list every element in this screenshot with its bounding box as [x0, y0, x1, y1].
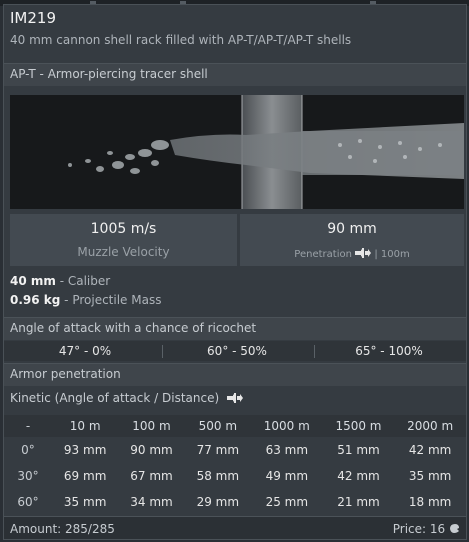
table-cell: 21 mm — [337, 495, 380, 509]
table-cell: 35 mm — [408, 469, 452, 483]
column-header: 1500 m — [335, 419, 382, 433]
caliber-value: 40 mm — [10, 274, 56, 288]
ammo-subtitle: 40 mm cannon shell rack filled with AP-T… — [10, 33, 352, 47]
column-header: 2000 m — [407, 419, 454, 433]
ricochet-item: 60° - 50% — [207, 344, 267, 358]
table-cell: 29 mm — [196, 495, 240, 509]
ammo-amount: Amount: 285/285 — [10, 522, 115, 536]
table-cell: 58 mm — [196, 469, 240, 483]
mass-row: 0.96 kg - Projectile Mass — [10, 293, 161, 307]
muzzle-velocity-box: 1005 m/s Muzzle Velocity — [10, 214, 237, 266]
ammo-title: IM219 — [10, 9, 56, 27]
caliber-row: 40 mm - Caliber — [10, 274, 110, 288]
table-cell: 35 mm — [63, 495, 107, 509]
table-cell: 51 mm — [337, 443, 380, 457]
armor-penetration-header: Armor penetration — [4, 363, 466, 386]
table-cell: 49 mm — [265, 469, 309, 483]
table-cell: 90 mm — [130, 443, 173, 457]
table-cell: 67 mm — [130, 469, 173, 483]
table-cell: 42 mm — [337, 469, 380, 483]
muzzle-velocity-value: 1005 m/s — [90, 221, 157, 237]
table-cell: 42 mm — [408, 443, 452, 457]
table-cell: 34 mm — [130, 495, 173, 509]
shell-type-label: AP-T - Armor-piercing tracer shell — [10, 67, 208, 81]
muzzle-velocity-label: Muzzle Velocity — [77, 245, 170, 259]
angle-cell: 0° — [21, 443, 35, 457]
table-row: 0° 93 mm 90 mm 77 mm 63 mm 51 mm 42 mm — [4, 437, 466, 463]
penetration-box: 90 mm Penetration | 100m — [240, 214, 464, 266]
shell-penetration-icon — [355, 248, 372, 258]
caliber-label: - Caliber — [55, 274, 111, 288]
shell-penetration-icon — [226, 393, 243, 403]
kinetic-caption: Kinetic (Angle of attack / Distance) — [10, 391, 243, 405]
table-cell: 63 mm — [265, 443, 309, 457]
spall-fragments — [68, 140, 169, 174]
penetration-visual — [10, 95, 464, 209]
kinetic-label: Kinetic (Angle of attack / Distance) — [10, 391, 220, 405]
ricochet-item: 47° - 0% — [58, 344, 112, 358]
armor-plate-illustration — [68, 95, 464, 209]
table-cell: 93 mm — [63, 443, 107, 457]
penetration-value: 90 mm — [327, 221, 377, 237]
column-header: - — [25, 419, 31, 433]
penetration-label: Penetration — [294, 249, 352, 260]
penetration-table: - 10 m 100 m 500 m 1000 m 1500 m 2000 m … — [4, 415, 466, 515]
table-row: 60° 35 mm 34 mm 29 mm 25 mm 21 mm 18 mm — [4, 489, 466, 515]
column-header: 10 m — [69, 419, 101, 433]
price-label: Price: 16 — [392, 522, 446, 536]
armor-penetration-title: Armor penetration — [10, 367, 121, 381]
ricochet-title: Angle of attack with a chance of ricoche… — [10, 321, 257, 335]
table-cell: 18 mm — [408, 495, 452, 509]
angle-cell: 60° — [17, 495, 39, 509]
ammo-price: Price: 16 — [393, 522, 460, 536]
table-header-row: - 10 m 100 m 500 m 1000 m 1500 m 2000 m — [4, 415, 466, 437]
column-header: 1000 m — [263, 419, 310, 433]
shell-type-header: AP-T - Armor-piercing tracer shell — [4, 63, 466, 86]
tooltip-footer: Amount: 285/285 Price: 16 — [4, 516, 466, 539]
column-header: 100 m — [132, 419, 171, 433]
silver-lion-icon — [450, 524, 459, 533]
penetration-caption: Penetration | 100m — [240, 248, 464, 260]
projectile-mass-label: - Projectile Mass — [60, 293, 162, 307]
ricochet-values: 47° - 0% 60° - 50% 65° - 100% — [4, 341, 466, 361]
ricochet-item: 65° - 100% — [355, 344, 423, 358]
table-row: 30° 69 mm 67 mm 58 mm 49 mm 42 mm 35 mm — [4, 463, 466, 489]
table-cell: 25 mm — [265, 495, 309, 509]
angle-cell: 30° — [17, 469, 39, 483]
penetration-distance: | 100m — [374, 249, 410, 260]
shell-tooltip: IM219 40 mm cannon shell rack filled wit… — [3, 4, 467, 540]
table-cell: 69 mm — [63, 469, 107, 483]
column-header: 500 m — [198, 419, 238, 433]
table-cell: 77 mm — [196, 443, 240, 457]
projectile-mass-value: 0.96 kg — [10, 293, 61, 307]
ricochet-header: Angle of attack with a chance of ricoche… — [4, 317, 466, 340]
